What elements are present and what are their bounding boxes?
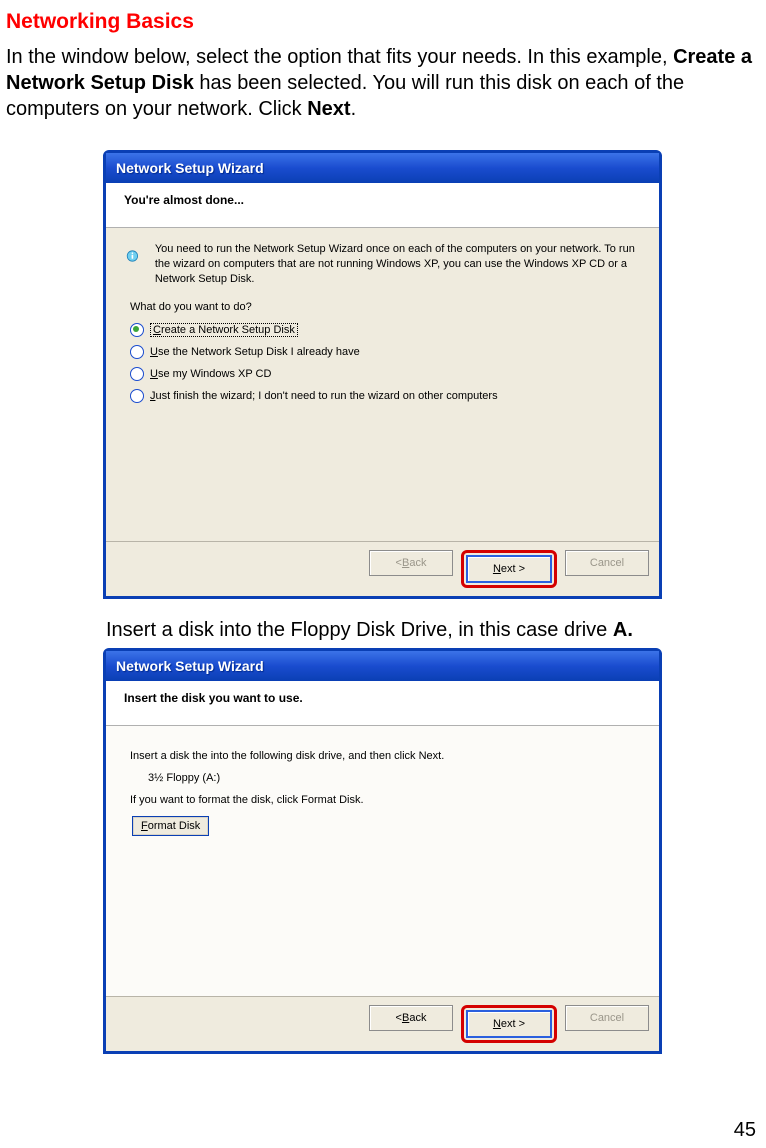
radio-icon [130,367,144,381]
window-titlebar: Network Setup Wizard [106,153,659,183]
next-button-highlight: Next > [461,550,557,588]
radio-label: Use my Windows XP CD [150,368,271,380]
mnemonic: B [402,1012,409,1024]
mnemonic: B [402,557,409,569]
bold-next: Next [307,98,350,120]
mnemonic: N [493,563,501,575]
mnemonic: U [150,346,158,358]
wizard-header: Insert the disk you want to use. [106,681,659,726]
radio-option-use-existing-disk[interactable]: Use the Network Setup Disk I already hav… [130,345,639,359]
wizard-info-text: You need to run the Network Setup Wizard… [155,242,639,287]
next-button-highlight: Next > [461,1005,557,1043]
wizard-footer: < Back Next > Cancel [106,541,659,596]
radio-option-create-disk[interactable]: Create a Network Setup Disk [130,323,639,337]
text-span: In the window below, select the option t… [6,46,673,68]
next-button[interactable]: Next > [466,1010,552,1038]
window-titlebar: Network Setup Wizard [106,651,659,681]
label-rest: se my Windows XP CD [158,368,272,380]
page-number: 45 [734,1119,756,1142]
doc-intro-paragraph: In the window below, select the option t… [6,44,760,122]
back-button[interactable]: < Back [369,550,453,576]
next-button[interactable]: Next > [466,555,552,583]
wizard-window-2: Network Setup Wizard Insert the disk you… [103,648,662,1054]
doc-heading: Networking Basics [6,10,760,34]
cancel-button[interactable]: Cancel [565,550,649,576]
mnemonic: C [153,324,161,336]
radio-label: Use the Network Setup Disk I already hav… [150,346,360,358]
wizard-footer: < Back Next > Cancel [106,996,659,1051]
info-icon [126,242,139,270]
radio-option-just-finish[interactable]: Just finish the wizard; I don't need to … [130,389,639,403]
mnemonic: U [150,368,158,380]
wizard-window-1: Network Setup Wizard You're almost done.… [103,150,662,599]
label-rest: se the Network Setup Disk I already have [158,346,360,358]
drive-label: 3½ Floppy (A:) [148,772,639,784]
insert-disk-text: Insert a disk the into the following dis… [130,750,639,762]
format-disk-button[interactable]: Format Disk [132,816,209,836]
radio-label: Just finish the wizard; I don't need to … [150,390,498,402]
wizard-body: You need to run the Network Setup Wizard… [106,228,659,541]
mnemonic: F [141,820,148,832]
text: ack [409,557,426,569]
text: ext > [501,1018,525,1030]
radio-icon [130,389,144,403]
caption-insert-disk: Insert a disk into the Floppy Disk Drive… [106,619,760,642]
radio-option-use-xp-cd[interactable]: Use my Windows XP CD [130,367,639,381]
bold-drive-letter: A. [613,619,633,641]
wizard-question: What do you want to do? [130,301,639,313]
text: ack [409,1012,426,1024]
label-rest: reate a Network Setup Disk [161,324,295,336]
mnemonic: N [493,1018,501,1030]
text: Insert a disk into the Floppy Disk Drive… [106,619,613,641]
format-instruction: If you want to format the disk, click Fo… [130,794,639,806]
wizard-header: You're almost done... [106,183,659,228]
text-span: . [351,98,357,120]
text: ormat Disk [148,820,201,832]
cancel-button[interactable]: Cancel [565,1005,649,1031]
text: ext > [501,563,525,575]
wizard-body: Insert a disk the into the following dis… [106,726,659,996]
radio-icon [130,323,144,337]
radio-icon [130,345,144,359]
radio-label: Create a Network Setup Disk [150,323,298,337]
back-button[interactable]: < Back [369,1005,453,1031]
label-rest: ust finish the wizard; I don't need to r… [156,390,498,402]
